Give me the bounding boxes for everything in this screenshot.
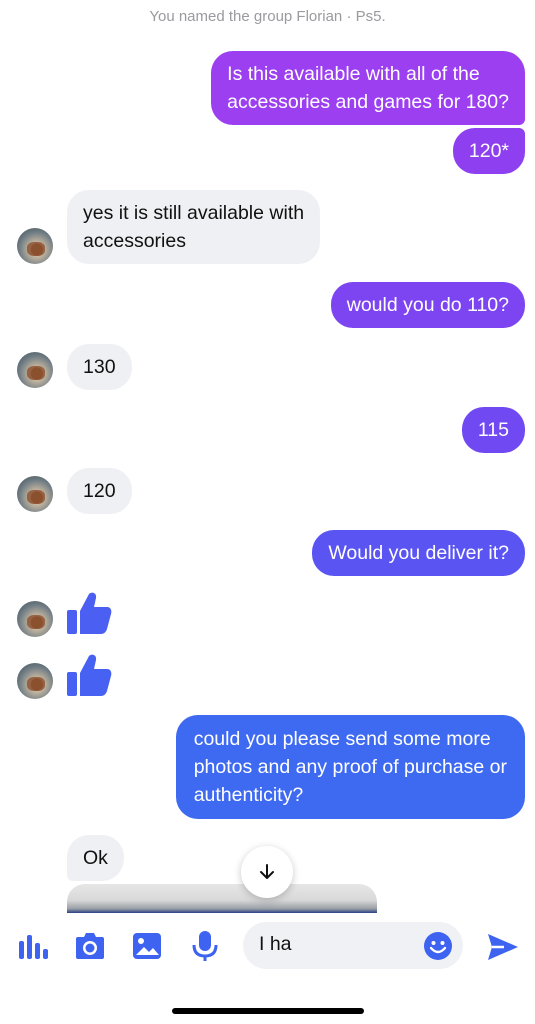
message-line: 120 [83,480,116,502]
avatar[interactable] [17,352,53,388]
message-input-text: I ha [259,933,292,955]
avatar[interactable] [17,601,53,637]
thumbs-up-icon[interactable] [66,590,112,636]
message-input[interactable]: I ha [243,922,463,969]
outgoing-message[interactable]: could you please send some more photos a… [175,715,525,819]
thumbs-up-icon[interactable] [66,652,112,698]
message-line: authenticity? [193,784,304,806]
incoming-message[interactable]: yes it is still available with accessori… [67,190,321,264]
incoming-message[interactable]: 120 [67,468,132,514]
outgoing-message[interactable]: 120* [452,128,525,174]
camera-icon[interactable] [73,929,107,963]
message-line: accessories [83,230,186,252]
message-line: could you please send some more [193,728,491,750]
message-line: yes it is still available with [83,202,305,224]
audio-bars-icon[interactable] [15,929,49,963]
message-line: accessories and games for 180? [227,91,509,113]
arrow-down-icon [260,864,274,879]
scroll-down-button[interactable] [241,846,293,898]
outgoing-message[interactable]: 115 [461,407,525,453]
message-line: would you do 110? [346,294,509,316]
system-message: You named the group Florian · Ps5. [149,8,386,25]
message-line: photos and any proof of purchase or [193,756,507,778]
microphone-icon[interactable] [188,929,222,963]
message-line: Would you deliver it? [328,542,509,564]
outgoing-message[interactable]: Is this available with all of the access… [211,51,525,125]
message-line: 120* [468,140,509,162]
message-line: Ok [83,847,108,869]
outgoing-message[interactable]: would you do 110? [330,282,525,328]
send-icon[interactable] [486,930,520,964]
message-line: 115 [477,419,509,441]
smiley-icon[interactable] [423,931,453,961]
image-icon[interactable] [130,929,164,963]
avatar[interactable] [17,476,53,512]
avatar[interactable] [17,663,53,699]
image-attachment[interactable] [67,884,377,913]
message-line: Is this available with all of the [227,63,480,85]
message-line: 130 [83,356,116,378]
incoming-message[interactable]: 130 [67,344,132,390]
incoming-message[interactable]: Ok [67,835,124,881]
outgoing-message[interactable]: Would you deliver it? [312,530,525,576]
home-indicator [172,1008,364,1014]
avatar[interactable] [17,228,53,264]
